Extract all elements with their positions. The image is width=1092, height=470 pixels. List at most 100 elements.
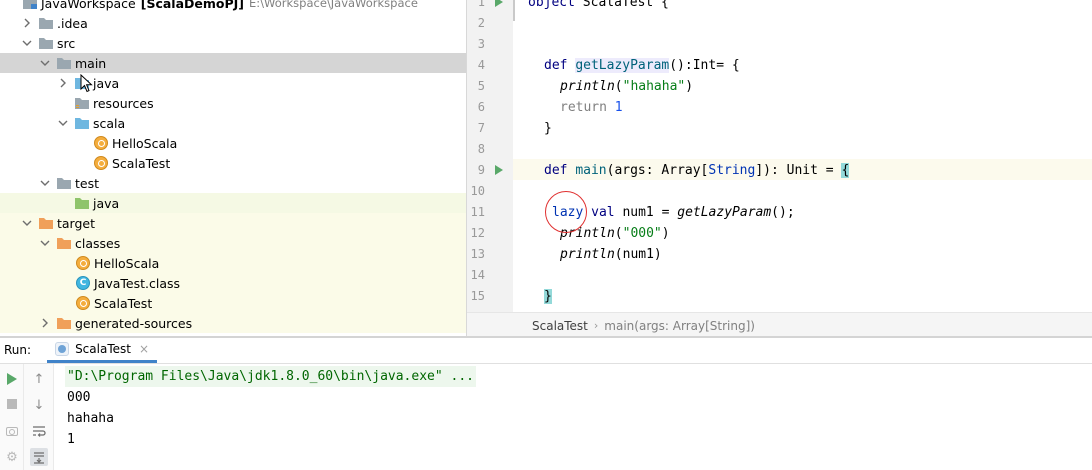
chevron-down-icon[interactable] [38,176,52,190]
line-number: 5 [477,79,485,93]
tree-item-helloscala[interactable]: HelloScala [0,133,466,153]
tree-item-label: HelloScala [94,255,160,271]
annotation-circle [545,191,587,233]
excluded-folder-icon [38,216,54,230]
line-number: 2 [477,16,485,30]
tree-item-main[interactable]: main [0,53,466,73]
code-line-13: println(num1) [560,247,662,262]
chevron-down-icon[interactable] [20,216,34,230]
tree-item-javatest-class[interactable]: C JavaTest.class [0,273,466,293]
class-file-icon: C [76,276,90,290]
code-line-15: } [544,289,552,304]
down-button[interactable]: ↓ [30,396,48,414]
code-line-6: return 1 [560,100,623,115]
line-number: 7 [477,121,485,135]
folder-icon [38,16,54,30]
arrow-up-icon: ↑ [33,371,45,387]
chevron-right-icon[interactable] [38,316,52,330]
tree-item-main-java[interactable]: java [0,73,466,93]
breadcrumb-item-class[interactable]: ScalaTest [532,319,588,333]
folder-icon [38,36,54,50]
tree-item-label: target [57,215,96,231]
run-side-toolbar-2: ↑ ↓ [24,364,54,470]
run-gutter-icon[interactable] [495,165,503,175]
excluded-folder-icon [56,236,72,250]
run-config-icon [55,341,70,356]
test-folder-icon [74,196,90,210]
settings-button[interactable]: ⚙ [3,448,21,466]
folder-icon [56,56,72,70]
tree-root-path: E:\Workspace\JavaWorkspace [249,0,418,10]
soft-wrap-icon [33,426,46,437]
dump-threads-button[interactable] [3,422,21,440]
tree-item-label: JavaTest.class [94,275,181,291]
module-folder-icon [22,0,38,10]
breadcrumb-item-method[interactable]: main(args: Array[String]) [604,319,755,333]
scroll-to-end-button[interactable] [30,448,48,466]
source-folder-icon [74,116,90,130]
tree-item-label: src [57,35,76,51]
tree-item-src[interactable]: src [0,33,466,53]
tree-item-label: java [93,75,120,91]
change-marker [513,0,515,21]
scala-object-icon [76,256,90,270]
tree-item-classes-helloscala[interactable]: HelloScala [0,253,466,273]
code-line-9: def main(args: Array[String]): Unit = { [544,163,850,178]
tree-item-target[interactable]: target [0,213,466,233]
line-number: 8 [477,142,485,156]
chevron-right-icon[interactable] [20,16,34,30]
chevron-right-icon[interactable] [56,76,70,90]
scala-object-icon [94,136,108,150]
line-number: 4 [477,58,485,72]
line-number: 9 [477,163,485,177]
run-gutter-icon[interactable] [495,0,503,7]
camera-icon [6,426,18,436]
line-number: 12 [470,226,485,240]
chevron-down-icon[interactable] [56,116,70,130]
code-line-5: println("hahaha") [560,79,694,94]
tree-item-label: generated-sources [75,315,193,331]
arrow-down-icon: ↓ [33,397,45,413]
tree-item-idea[interactable]: .idea [0,13,466,33]
excluded-folder-icon [56,316,72,330]
tree-item-classes-scalatest[interactable]: ScalaTest [0,293,466,313]
soft-wrap-button[interactable] [30,422,48,440]
tree-item-label: classes [75,235,121,251]
up-button[interactable]: ↑ [30,370,48,388]
play-icon [7,373,17,385]
close-icon[interactable]: × [139,342,149,356]
tree-item-generated-sources[interactable]: generated-sources [0,313,466,333]
tree-item-label: resources [93,95,154,111]
tree-item-classes[interactable]: classes [0,233,466,253]
tree-item-label: test [75,175,100,191]
tree-item-scalatest[interactable]: ScalaTest [0,153,466,173]
console-line: hahaha [67,411,114,426]
chevron-down-icon[interactable] [38,236,52,250]
tree-item-resources[interactable]: resources [0,93,466,113]
tree-root[interactable]: JavaWorkspace [ScalaDemoPJ] E:\Workspace… [0,0,466,13]
folder-icon [56,176,72,190]
chevron-down-icon[interactable] [20,36,34,50]
chevron-down-icon[interactable] [38,56,52,70]
line-number: 6 [477,100,485,114]
code-editor[interactable]: object ScalaTest { def getLazyParam():In… [513,0,1092,312]
project-tree: JavaWorkspace [ScalaDemoPJ] E:\Workspace… [0,0,466,336]
run-side-toolbar: ⚙ [0,364,24,470]
run-panel-label: Run: [4,343,32,357]
tree-root-module: [ScalaDemoPJ] [140,0,245,11]
breadcrumb-separator-icon: › [593,319,599,332]
rerun-button[interactable] [3,370,21,388]
tree-item-scala[interactable]: scala [0,113,466,133]
console-command-line: "D:\Program Files\Java\jdk1.8.0_60\bin\j… [65,366,476,387]
tree-item-test[interactable]: test [0,173,466,193]
run-tab-scalatest[interactable]: ScalaTest × [47,337,158,363]
console-line: 1 [67,432,75,447]
console-output[interactable]: "D:\Program Files\Java\jdk1.8.0_60\bin\j… [55,364,1092,470]
editor-gutter: 1 2 3 4 5 6 7 8 9 10 11 12 13 14 15 [467,0,527,312]
stop-icon [7,399,17,409]
stop-button[interactable] [3,395,21,413]
mouse-cursor-icon [80,74,93,93]
tree-item-test-java[interactable]: java [0,193,466,213]
tree-item-label: java [93,195,120,211]
tree-item-label: .idea [57,15,88,31]
